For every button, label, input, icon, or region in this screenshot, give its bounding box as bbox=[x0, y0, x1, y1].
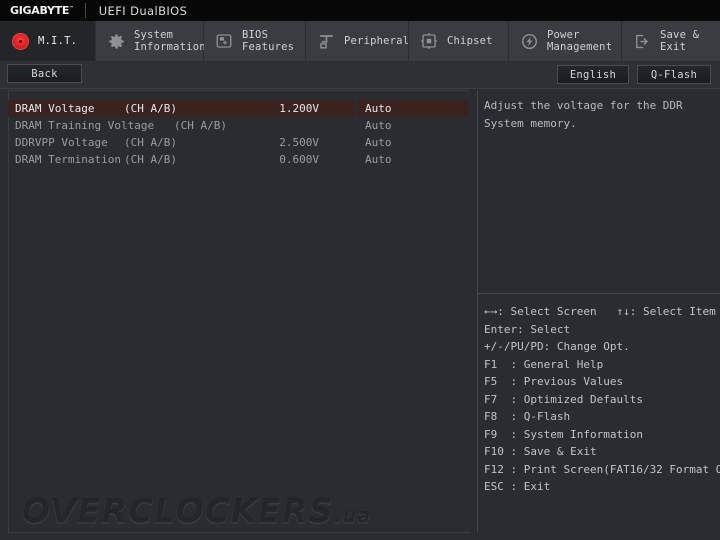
tab-chipset[interactable]: Chipset bbox=[409, 21, 509, 61]
chip-card-icon bbox=[213, 30, 235, 52]
setting-row[interactable]: DRAM Voltage (CH A/B) 1.200V Auto bbox=[8, 100, 470, 117]
shortcut-line: Enter: Select bbox=[484, 322, 571, 336]
setting-channel: (CH A/B) bbox=[124, 102, 177, 115]
setting-name: DDRVPP Voltage bbox=[15, 136, 108, 149]
shortcut-line: +/-/PU/PD: Change Opt. bbox=[484, 340, 630, 353]
shortcut-line: F12 : Print Screen(FAT16/32 Format Only) bbox=[484, 462, 720, 476]
setting-channel: (CH A/B) bbox=[174, 119, 227, 132]
tab-save-and-exit-label: Save & Exit bbox=[660, 28, 700, 54]
setting-value: 2.500V bbox=[279, 136, 319, 149]
setting-row[interactable]: DRAM Training Voltage (CH A/B) Auto bbox=[8, 117, 470, 134]
setting-name: DRAM Termination bbox=[15, 153, 121, 166]
exit-arrow-icon bbox=[631, 30, 653, 52]
tab-bios-features[interactable]: BIOS Features bbox=[204, 21, 306, 61]
tab-mit[interactable]: M.I.T. bbox=[0, 21, 96, 61]
language-button[interactable]: English bbox=[557, 65, 629, 84]
setting-option[interactable]: Auto bbox=[365, 117, 392, 134]
setting-row[interactable]: DRAM Termination (CH A/B) 0.600V Auto bbox=[8, 151, 470, 168]
main-tab-bar: M.I.T. System Information BIOS Features bbox=[0, 21, 720, 61]
connector-icon bbox=[315, 30, 337, 52]
bios-screen: GIGABYTE™ UEFI DualBIOS M.I.T. System In… bbox=[0, 0, 720, 540]
settings-list: DRAM Voltage (CH A/B) 1.200V Auto DRAM Train… bbox=[8, 100, 470, 168]
help-divider bbox=[478, 293, 720, 294]
tab-save-and-exit[interactable]: Save & Exit bbox=[622, 21, 720, 61]
setting-name: DRAM Training Voltage bbox=[15, 119, 155, 132]
setting-channel: (CH A/B) bbox=[124, 136, 177, 149]
shortcut-line: F7 : Optimized Defaults bbox=[484, 392, 643, 406]
lightning-icon bbox=[518, 30, 540, 52]
back-button[interactable]: Back bbox=[7, 64, 82, 83]
tab-peripherals-label: Peripherals bbox=[344, 34, 416, 47]
content-area: DRAM Voltage (CH A/B) 1.200V Auto DRAM Train… bbox=[0, 90, 720, 540]
shortcut-line: F5 : Previous Values bbox=[484, 375, 624, 388]
red-disc-icon bbox=[9, 30, 31, 52]
shortcut-line: F1 : General Help bbox=[484, 357, 604, 371]
setting-option[interactable]: Auto bbox=[365, 134, 392, 151]
brand-subtitle: UEFI DualBIOS bbox=[98, 3, 188, 18]
setting-row[interactable]: DDRVPP Voltage (CH A/B) 2.500V Auto bbox=[8, 134, 470, 151]
gigabyte-logo: GIGABYTE™ bbox=[0, 4, 74, 17]
tab-chipset-label: Chipset bbox=[447, 34, 493, 47]
shortcut-line: ESC : Exit bbox=[484, 480, 551, 493]
tab-power-management-label: Power Management bbox=[547, 28, 613, 54]
brand-divider bbox=[84, 3, 86, 18]
shortcut-line: F9 : System Information bbox=[484, 427, 643, 441]
trademark-symbol: ™ bbox=[69, 5, 74, 12]
help-description: Adjust the voltage for the DDR System me… bbox=[484, 99, 683, 130]
action-bar: Back English Q-Flash bbox=[0, 61, 720, 89]
tab-mit-label: M.I.T. bbox=[38, 34, 78, 47]
gigabyte-logo-text: GIGABYTE bbox=[10, 4, 70, 17]
tab-system-information[interactable]: System Information bbox=[96, 21, 206, 61]
help-panel: Adjust the voltage for the DDR System me… bbox=[478, 90, 720, 533]
chipset-icon bbox=[418, 30, 440, 52]
setting-option[interactable]: Auto bbox=[365, 100, 392, 117]
shortcut-line: F8 : Q-Flash bbox=[484, 410, 571, 423]
setting-name: DRAM Voltage bbox=[15, 102, 95, 115]
tab-system-information-label: System Information bbox=[134, 28, 206, 54]
gear-icon bbox=[105, 30, 127, 52]
brand-bar: GIGABYTE™ UEFI DualBIOS bbox=[0, 0, 720, 21]
tab-peripherals[interactable]: Peripherals bbox=[306, 21, 416, 61]
keyboard-shortcuts-legend: ←→: Select Screen ↑↓: Select Item Enter: … bbox=[484, 303, 720, 496]
qflash-button[interactable]: Q-Flash bbox=[637, 65, 711, 84]
shortcut-line: F10 : Save & Exit bbox=[484, 445, 597, 458]
setting-value: 1.200V bbox=[279, 102, 319, 115]
tab-bios-features-label: BIOS Features bbox=[242, 28, 295, 54]
shortcut-line: ←→: Select Screen ↑↓: Select Item bbox=[484, 305, 716, 318]
tab-power-management[interactable]: Power Management bbox=[509, 21, 622, 61]
setting-value: 0.600V bbox=[279, 153, 319, 166]
setting-channel: (CH A/B) bbox=[124, 153, 177, 166]
setting-option[interactable]: Auto bbox=[365, 151, 392, 168]
